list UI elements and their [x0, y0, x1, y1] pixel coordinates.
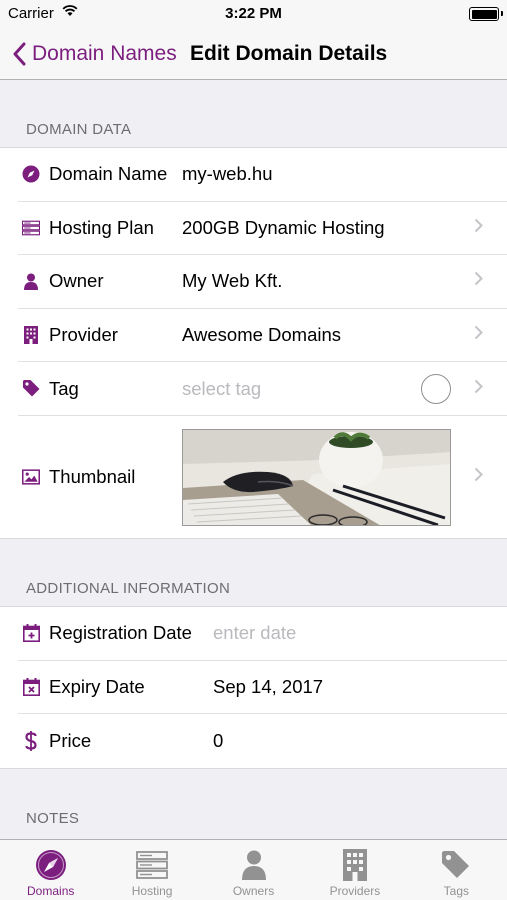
provider-value: Awesome Domains	[182, 324, 342, 346]
tab-label: Owners	[232, 884, 275, 898]
compass-icon	[22, 165, 40, 183]
registration-date-row[interactable]: Registration Date enter date	[18, 607, 507, 661]
page-title: Edit Domain Details	[190, 42, 388, 65]
tag-label: Tag	[49, 377, 79, 399]
domain-name-row[interactable]: Domain Name my-web.hu	[18, 148, 507, 202]
battery-icon	[469, 7, 503, 21]
registration-date-label: Registration Date	[49, 622, 192, 644]
price-row[interactable]: Price 0	[18, 714, 507, 768]
tab-label: Providers	[329, 884, 381, 898]
tab-label: Domains	[27, 884, 75, 898]
tab-label: Tags	[443, 884, 469, 898]
tab-label: Hosting	[131, 884, 173, 898]
section-header-additional-information: ADDITIONAL INFORMATION	[26, 580, 231, 597]
hosting-plan-value: 200GB Dynamic Hosting	[182, 216, 385, 238]
section-header-domain-data: DOMAIN DATA	[26, 121, 132, 138]
tab-tags[interactable]: Tags	[406, 840, 507, 900]
expiry-date-row[interactable]: Expiry Date Sep 14, 2017	[18, 661, 507, 715]
domain-name-label: Domain Name	[49, 163, 168, 185]
expiry-date-label: Expiry Date	[49, 675, 145, 697]
registration-date-field[interactable]: enter date	[213, 622, 296, 644]
tag-row[interactable]: Tag select tag	[18, 362, 507, 416]
thumbnail-image[interactable]	[182, 428, 451, 526]
section-header-notes: NOTES	[26, 810, 80, 827]
owner-value: My Web Kft.	[182, 270, 283, 292]
calendar-x-icon	[22, 677, 40, 696]
tab-owners[interactable]: Owners	[203, 840, 304, 900]
tag-color-circle[interactable]	[421, 373, 451, 404]
expiry-date-field[interactable]: Sep 14, 2017	[213, 676, 323, 698]
chevron-right-icon	[474, 218, 483, 238]
chevron-right-icon	[474, 271, 483, 291]
person-icon	[237, 848, 271, 882]
tag-select-field[interactable]: select tag	[182, 378, 261, 400]
tab-hosting[interactable]: Hosting	[101, 840, 202, 900]
back-button-label: Domain Names	[32, 42, 177, 65]
price-label: Price	[49, 729, 92, 751]
additional-information-group: Registration Date enter date Expiry Date…	[0, 606, 507, 769]
price-field[interactable]: 0	[213, 730, 223, 752]
tag-icon	[439, 848, 473, 882]
domain-name-field[interactable]: my-web.hu	[182, 163, 272, 185]
building-icon	[22, 326, 40, 345]
chevron-right-icon	[474, 325, 483, 345]
tab-providers[interactable]: Providers	[304, 840, 405, 900]
person-icon	[22, 272, 40, 290]
thumbnail-row[interactable]: Thumbnail	[18, 416, 507, 538]
status-bar: Carrier 3:22 PM	[0, 0, 507, 28]
clock: 3:22 PM	[225, 5, 282, 22]
calendar-plus-icon	[22, 624, 40, 643]
image-icon	[22, 468, 40, 486]
navigation-bar: Domain Names Edit Domain Details	[0, 28, 507, 80]
hosting-plan-label: Hosting Plan	[49, 216, 154, 238]
dollar-icon	[22, 730, 40, 751]
server-icon	[22, 219, 40, 237]
owner-label: Owner	[49, 270, 104, 292]
tab-bar: Domains Hosting Owners Providers Tags	[0, 839, 507, 900]
tab-domains[interactable]: Domains	[0, 840, 101, 900]
hosting-plan-row[interactable]: Hosting Plan 200GB Dynamic Hosting	[18, 202, 507, 256]
chevron-right-icon	[474, 467, 483, 487]
compass-icon	[34, 848, 68, 882]
chevron-right-icon	[474, 379, 483, 399]
tag-icon	[22, 380, 40, 398]
server-icon	[135, 848, 169, 882]
owner-row[interactable]: Owner My Web Kft.	[18, 255, 507, 309]
building-icon	[338, 848, 372, 882]
chevron-left-icon	[13, 42, 26, 66]
back-button[interactable]: Domain Names	[12, 36, 177, 72]
provider-label: Provider	[49, 324, 118, 346]
domain-data-group: Domain Name my-web.hu Hosting Plan 200GB…	[0, 147, 507, 539]
provider-row[interactable]: Provider Awesome Domains	[18, 309, 507, 363]
thumbnail-label: Thumbnail	[49, 465, 136, 487]
